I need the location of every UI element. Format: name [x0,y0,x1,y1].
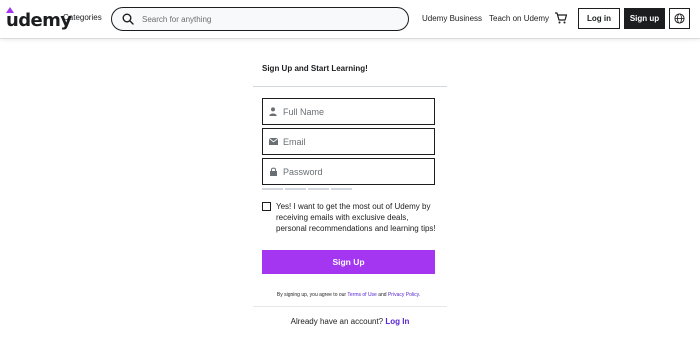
email-field[interactable] [262,128,435,155]
already-have-account: Already have an account? Log In [253,317,447,326]
title-divider [253,86,447,87]
terms-suffix: . [418,292,421,298]
consent-label: Yes! I want to get the most out of Udemy… [276,202,436,233]
top-header: udemy Categories Udemy Business Teach on… [0,0,700,38]
udemy-business-link[interactable]: Udemy Business [422,14,482,23]
lock-icon [263,159,283,184]
logo-text: udemy [6,10,72,31]
search-input[interactable] [142,14,392,24]
sign-up-submit-button[interactable]: Sign Up [262,250,435,274]
terms-and: and [376,292,388,298]
login-button[interactable]: Log in [578,8,620,29]
udemy-logo[interactable]: udemy [6,7,72,31]
terms-of-use-link[interactable]: Terms of Use [347,292,376,298]
terms-notice: By signing up, you agree to our Terms of… [262,292,435,298]
full-name-field[interactable] [262,98,435,125]
search-button[interactable] [116,8,140,30]
password-field[interactable] [262,158,435,185]
cart-icon[interactable] [554,11,568,25]
email-input[interactable] [283,136,423,147]
full-name-input[interactable] [283,106,423,117]
envelope-icon [263,129,283,154]
signup-button[interactable]: Sign up [624,8,665,29]
form-title: Sign Up and Start Learning! [262,64,368,73]
strength-segment [262,188,283,190]
log-in-link[interactable]: Log In [385,317,409,326]
teach-on-udemy-link[interactable]: Teach on Udemy [489,14,549,23]
language-button[interactable] [669,8,690,29]
globe-icon [674,13,685,24]
terms-prefix: By signing up, you agree to our [276,292,348,298]
logo-mark-icon [6,7,14,13]
bottom-divider [253,306,447,307]
strength-segment [285,188,306,190]
search-bar[interactable] [111,7,409,31]
strength-segment [331,188,352,190]
strength-segment [308,188,329,190]
privacy-policy-link[interactable]: Privacy Policy [388,292,419,298]
person-icon [263,99,283,124]
password-input[interactable] [283,166,423,177]
already-text: Already have an account? [290,317,386,326]
password-strength-meter [262,188,352,190]
search-icon [122,13,134,25]
consent-checkbox[interactable] [262,202,271,211]
categories-link[interactable]: Categories [63,13,102,22]
